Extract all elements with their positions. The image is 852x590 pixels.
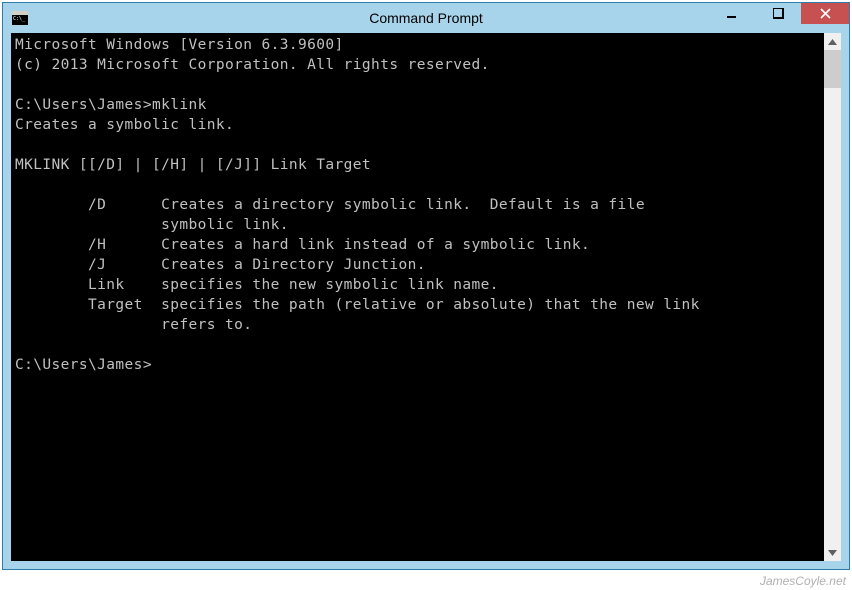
console-output[interactable]: Microsoft Windows [Version 6.3.9600] (c)…: [11, 33, 824, 561]
scroll-thumb[interactable]: [824, 50, 841, 88]
window-title: Command Prompt: [369, 10, 483, 26]
cmd-icon: [12, 11, 28, 25]
watermark: JamesCoyle.net: [760, 574, 846, 588]
window-controls: [709, 3, 849, 24]
client-area: Microsoft Windows [Version 6.3.9600] (c)…: [11, 33, 841, 561]
close-button[interactable]: [801, 3, 849, 24]
command-prompt-window: Command Prompt Microsoft Windows [Versio…: [2, 2, 850, 570]
vertical-scrollbar[interactable]: [824, 33, 841, 561]
scroll-up-button[interactable]: [824, 33, 841, 50]
titlebar[interactable]: Command Prompt: [3, 3, 849, 33]
maximize-button[interactable]: [755, 3, 801, 24]
minimize-button[interactable]: [709, 3, 755, 24]
scroll-down-button[interactable]: [824, 544, 841, 561]
